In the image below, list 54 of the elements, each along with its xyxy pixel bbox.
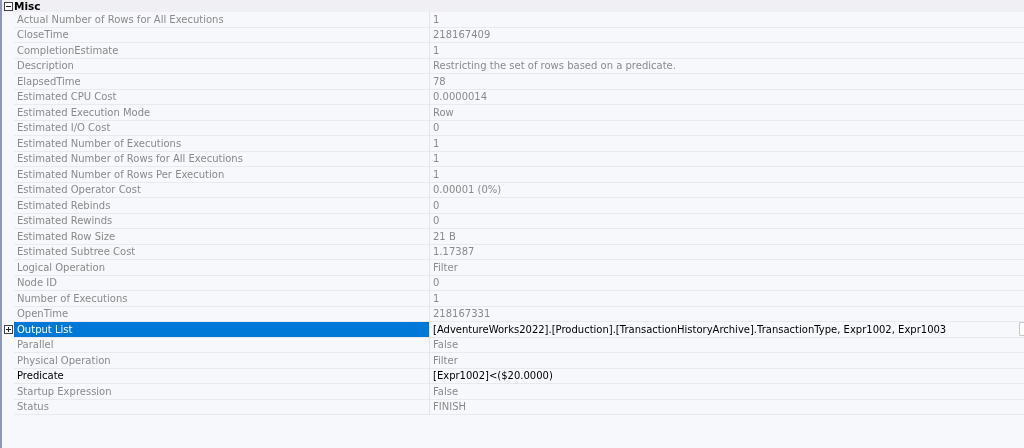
property-value: 1 — [433, 44, 440, 56]
property-value: 0.0000014 — [433, 91, 488, 103]
property-value: Filter — [433, 261, 458, 273]
property-name[interactable]: Node ID — [14, 275, 430, 291]
property-name[interactable]: Estimated Rewinds — [14, 213, 430, 229]
property-name[interactable]: Description — [14, 58, 430, 74]
property-value: 1 — [433, 153, 440, 165]
property-name[interactable]: Estimated Execution Mode — [14, 105, 430, 121]
property-name[interactable]: Physical Operation — [14, 353, 430, 369]
property-name[interactable]: Parallel — [14, 337, 430, 353]
property-value: Restricting the set of rows based on a predicate. — [433, 60, 676, 72]
property-value: 0 — [433, 215, 440, 227]
property-name[interactable]: Predicate — [14, 368, 430, 384]
property-name[interactable]: Estimated Rebinds — [14, 198, 430, 214]
category-title: Misc — [14, 0, 41, 12]
property-name[interactable]: Number of Executions — [14, 291, 430, 307]
expand-icon[interactable] — [3, 325, 13, 335]
property-name[interactable]: Status — [14, 399, 430, 415]
property-name[interactable]: Estimated Number of Rows Per Execution — [14, 167, 430, 183]
property-name[interactable]: CloseTime — [14, 27, 430, 43]
property-value: 0 — [433, 277, 440, 289]
property-value: [AdventureWorks2022].[Production].[TransactionHistoryArchive].TransactionType, Expr1002, Expr1003 — [433, 323, 947, 335]
property-name[interactable]: Estimated Row Size — [14, 229, 430, 245]
property-value: 0.00001 (0%) — [433, 184, 502, 196]
property-value: Filter — [433, 354, 458, 366]
property-value: 1 — [433, 137, 440, 149]
property-value: 0 — [433, 122, 440, 134]
property-value: 21 B — [433, 230, 456, 242]
property-value: 1.17387 — [433, 246, 475, 258]
property-value: FINISH — [433, 401, 466, 413]
property-name[interactable]: Estimated Number of Rows for All Executions — [14, 151, 430, 167]
property-name[interactable]: Output List — [14, 322, 430, 338]
property-value: 0 — [433, 199, 440, 211]
property-name[interactable]: Estimated Number of Executions — [14, 136, 430, 152]
collapse-icon[interactable] — [3, 1, 13, 11]
property-value: 1 — [433, 13, 440, 25]
property-name[interactable]: Estimated Subtree Cost — [14, 244, 430, 260]
property-value: False — [433, 385, 459, 397]
property-name[interactable]: Actual Number of Rows for All Executions — [14, 12, 430, 28]
property-name[interactable]: Estimated I/O Cost — [14, 120, 430, 136]
property-name[interactable]: Startup Expression — [14, 384, 430, 400]
property-value: 78 — [433, 75, 446, 87]
property-value: Row — [433, 106, 454, 118]
property-name[interactable]: ElapsedTime — [14, 74, 430, 90]
property-name[interactable]: CompletionEstimate — [14, 43, 430, 59]
property-value: False — [433, 339, 459, 351]
property-value: 218167409 — [433, 29, 491, 41]
property-value: 1 — [433, 168, 440, 180]
property-value: 1 — [433, 292, 440, 304]
property-value: [Expr1002]<($20.0000) — [433, 370, 553, 382]
property-name[interactable]: Logical Operation — [14, 260, 430, 276]
property-name[interactable]: Estimated Operator Cost — [14, 182, 430, 198]
property-name[interactable]: Estimated CPU Cost — [14, 89, 430, 105]
property-value: 218167331 — [433, 308, 491, 320]
